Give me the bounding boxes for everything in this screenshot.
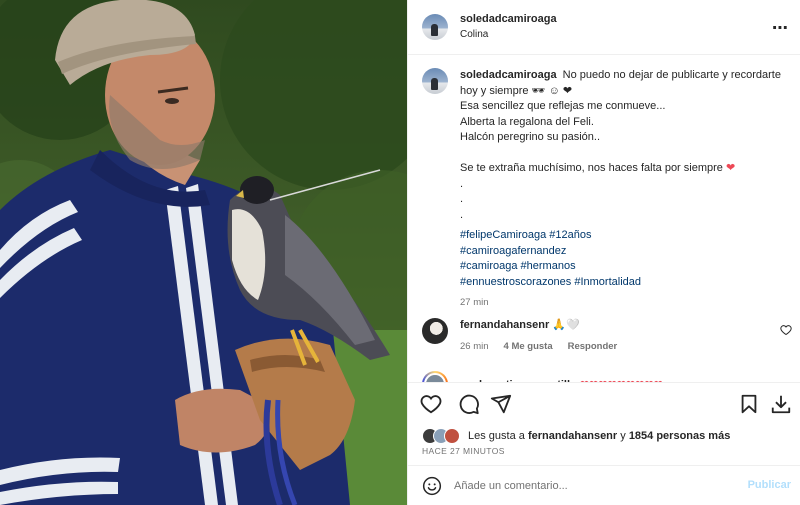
bookmark-icon[interactable] <box>738 393 760 415</box>
caption-time[interactable]: 27 min <box>460 295 790 311</box>
heart-emoji: ❤ <box>725 162 736 174</box>
caption-dot: . <box>460 177 464 190</box>
add-comment-bar: Publicar <box>408 465 800 505</box>
hashtag-link[interactable]: #ennuestroscorazones #Inmortalidad <box>460 276 641 288</box>
caption-dot: . <box>460 208 464 221</box>
instagram-post-modal: soledadcamiroaga Colina ⋯ soledadcamiroa… <box>0 0 800 505</box>
caption-line <box>460 146 790 162</box>
comment-item: fernandahansenr 🙏🤍 26 min 4 Me gusta Res… <box>422 318 792 354</box>
comments-section[interactable]: soledadcamiroaga No puedo no dejar de pu… <box>408 56 800 382</box>
post-caption: soledadcamiroaga No puedo no dejar de pu… <box>422 68 792 311</box>
author-avatar[interactable] <box>422 14 448 40</box>
emoji-icon[interactable] <box>422 476 442 496</box>
publish-button[interactable]: Publicar <box>748 479 791 491</box>
likes-user[interactable]: fernandahansenr <box>528 430 617 442</box>
commenter-username[interactable]: fernandahansenr <box>460 319 549 331</box>
post-location[interactable]: Colina <box>460 27 557 42</box>
comment-input[interactable] <box>454 480 734 492</box>
caption-emojis: 🕶 ☺ ❤ <box>531 84 573 97</box>
heart-icon[interactable] <box>420 393 442 415</box>
likes-prefix: Les gusta a <box>468 430 525 442</box>
comment-text: 🙏🤍 <box>552 319 580 331</box>
caption-line: Alberta la regalona del Feli. <box>460 115 594 128</box>
post-photo[interactable] <box>0 0 407 505</box>
download-icon[interactable] <box>770 393 792 415</box>
caption-line: Halcón peregrino su pasión.. <box>460 131 601 143</box>
post-side-panel: soledadcamiroaga Colina ⋯ soledadcamiroa… <box>407 0 800 505</box>
share-icon[interactable] <box>490 393 512 415</box>
caption-line: Se te extraña muchísimo, nos haces falta… <box>460 162 723 174</box>
comment-likes[interactable]: 4 Me gusta <box>504 340 553 354</box>
post-actions: Les gusta a fernandahansenr y 1854 perso… <box>408 382 800 505</box>
author-username[interactable]: soledadcamiroaga <box>460 12 557 27</box>
caption-author-avatar[interactable] <box>422 68 448 94</box>
comment-time[interactable]: 26 min <box>460 340 489 354</box>
caption-line: Esa sencillez que reflejas me conmueve..… <box>460 100 666 112</box>
likes-mid: y <box>620 430 626 442</box>
reply-button[interactable]: Responder <box>568 340 618 354</box>
liker-avatars[interactable] <box>422 428 462 444</box>
commenter-avatar[interactable] <box>422 371 448 382</box>
hashtag-link[interactable]: #camiroagafernandez <box>460 245 566 257</box>
commenter-avatar[interactable] <box>422 318 448 344</box>
comment-item: pachogutierrezcastillo ❤❤❤❤❤❤❤❤❤ <box>422 371 792 382</box>
comment-icon[interactable] <box>458 393 480 415</box>
photo-illustration <box>0 0 407 505</box>
post-timestamp[interactable]: HACE 27 MINUTOS <box>422 446 505 456</box>
hashtag-link[interactable]: #camiroaga #hermanos <box>460 260 576 272</box>
caption-author-username[interactable]: soledadcamiroaga <box>460 69 557 81</box>
likes-count[interactable]: 1854 personas más <box>629 430 731 442</box>
likes-summary: Les gusta a fernandahansenr y 1854 perso… <box>422 428 730 444</box>
post-header: soledadcamiroaga Colina ⋯ <box>408 0 800 55</box>
caption-dot: . <box>460 193 464 205</box>
comment-heart-icon[interactable] <box>780 324 792 336</box>
hashtag-link[interactable]: #felipeCamiroaga #12años <box>460 229 591 241</box>
more-horizontal-icon[interactable]: ⋯ <box>772 18 789 38</box>
